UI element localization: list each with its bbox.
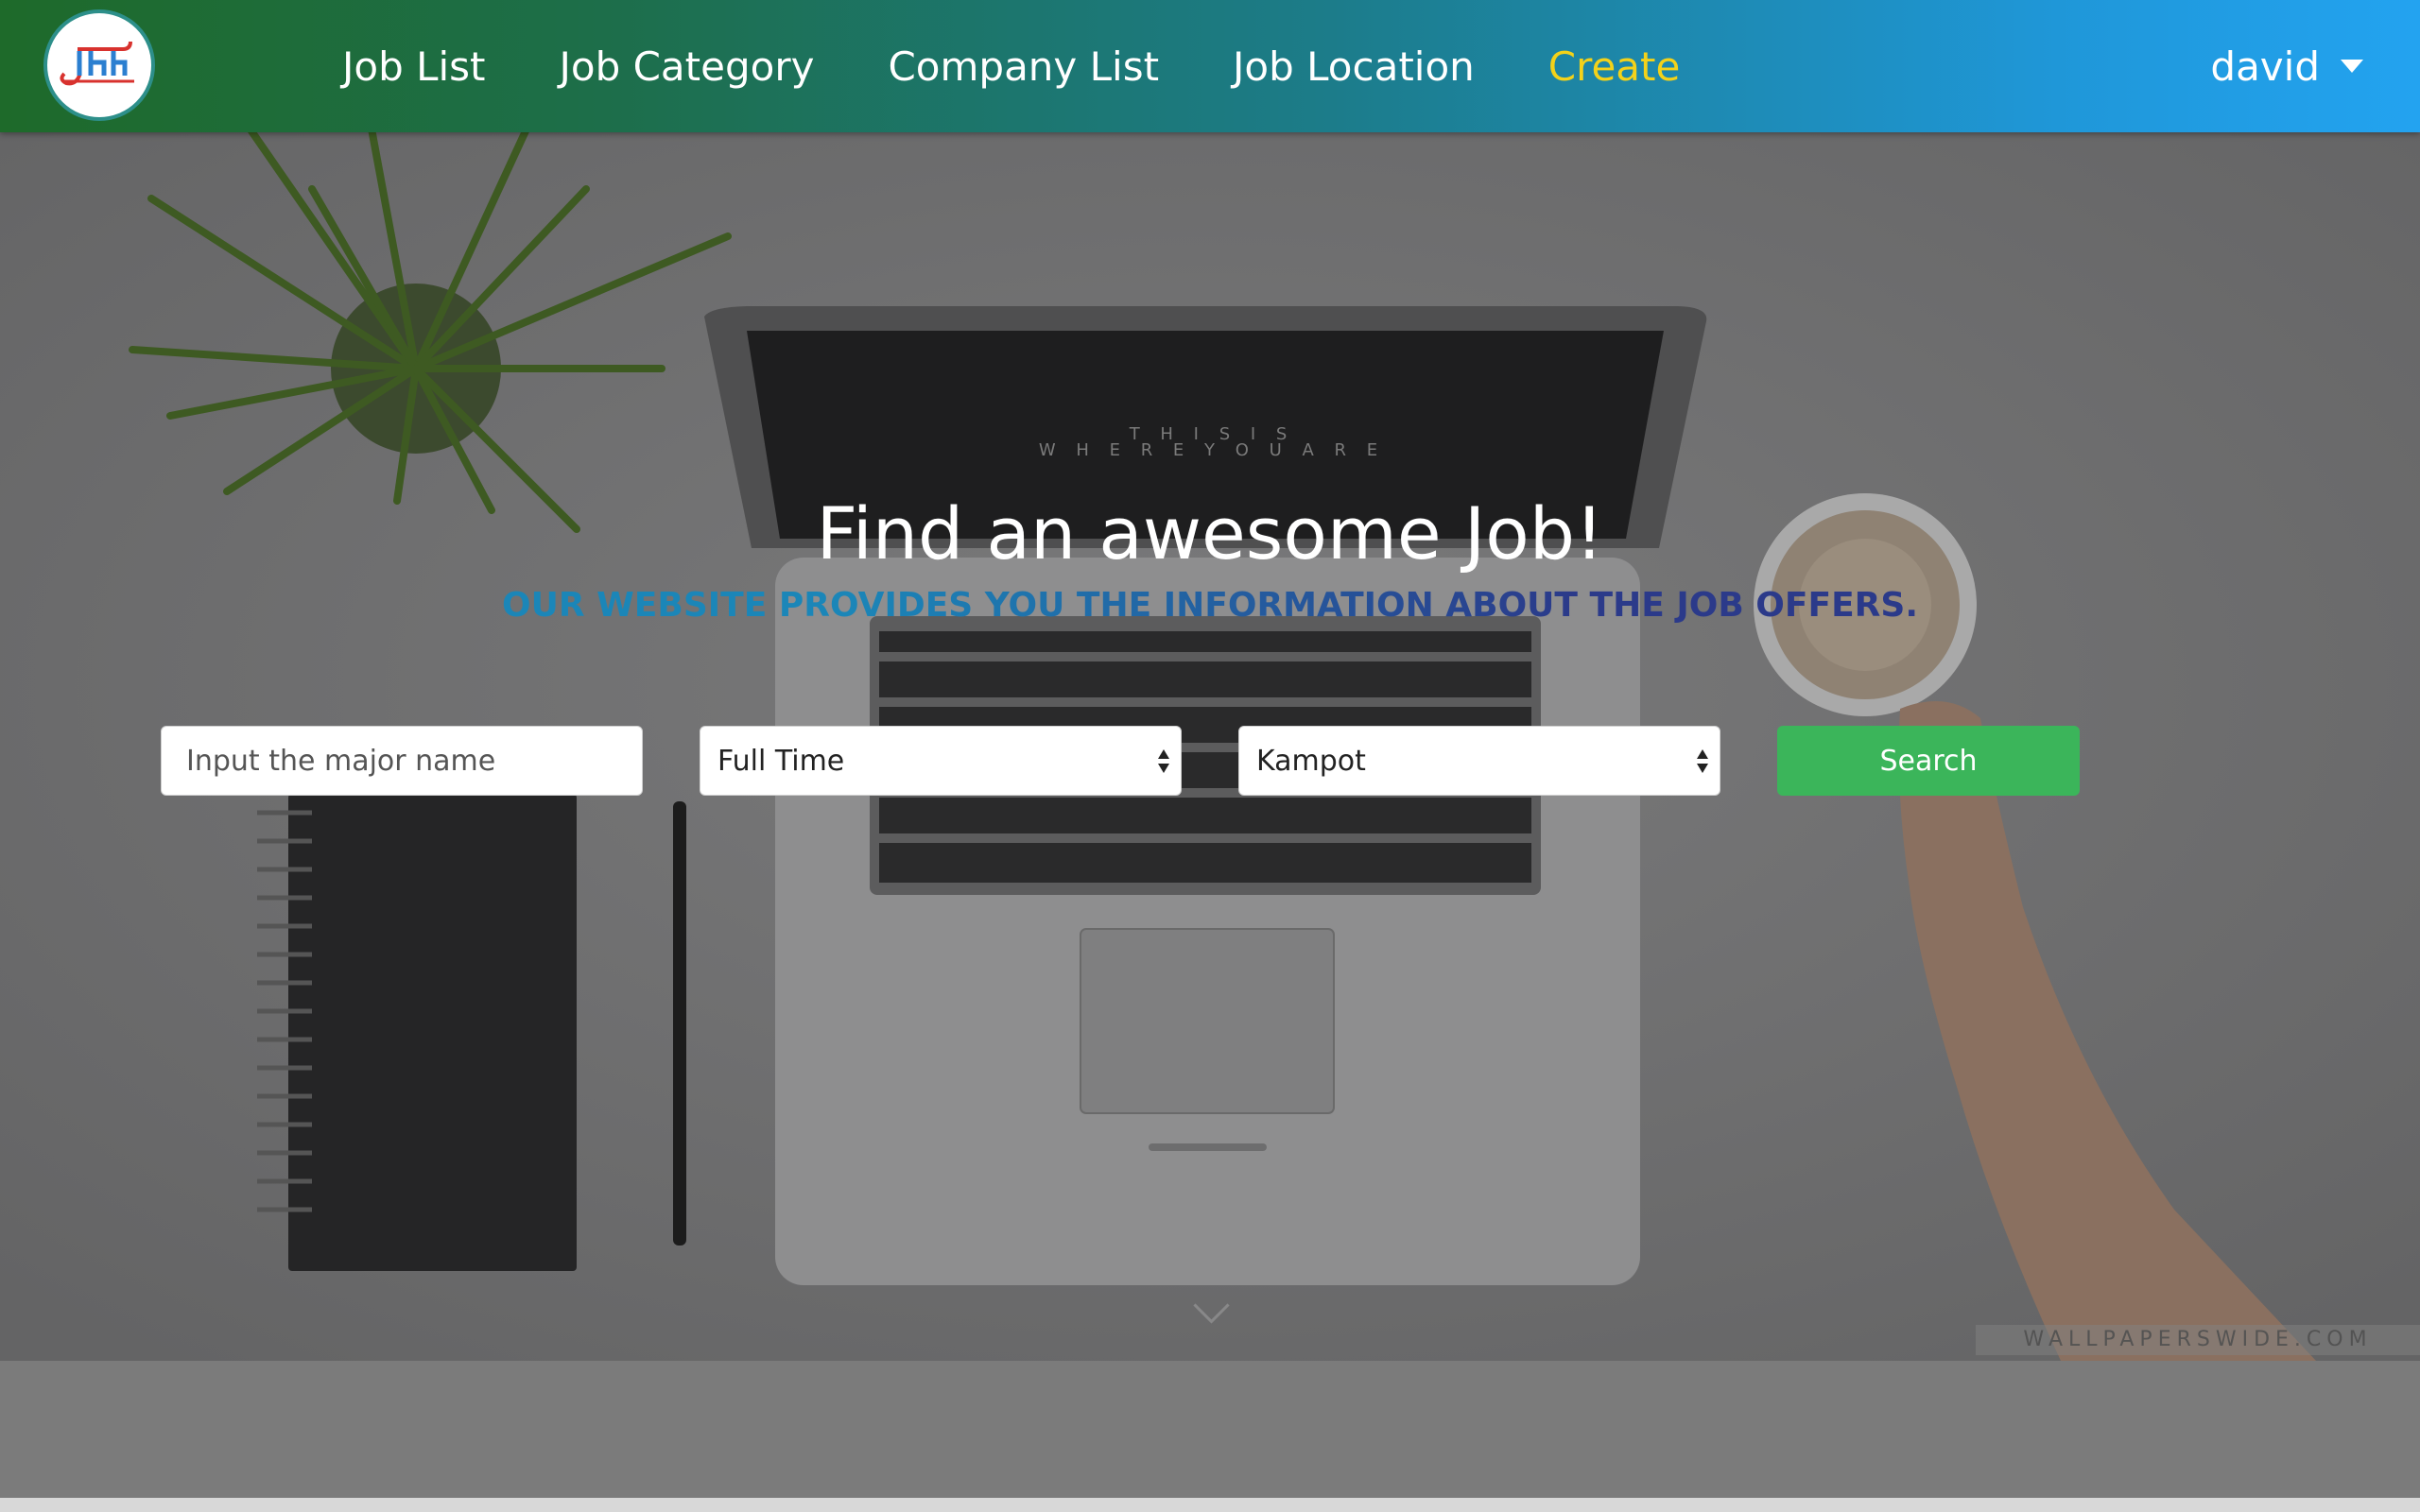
nav-job-category[interactable]: Job Category	[560, 43, 815, 90]
main-nav: Job List Job Category Company List Job L…	[342, 0, 1754, 132]
wallpaper-watermark: WALLPAPERSWIDE.COM	[1976, 1325, 2420, 1355]
location-selected: Kampot	[1256, 744, 1366, 778]
site-logo[interactable]	[43, 9, 155, 121]
location-select[interactable]: Kampot	[1238, 726, 1720, 796]
major-search-input[interactable]	[184, 743, 642, 779]
job-type-selected: Full Time	[717, 744, 845, 778]
major-search-field[interactable]	[161, 726, 643, 796]
nav-job-list[interactable]: Job List	[342, 43, 486, 90]
nav-job-location[interactable]: Job Location	[1233, 43, 1475, 90]
chevron-down-icon	[2341, 60, 2363, 73]
search-button[interactable]: Search	[1777, 726, 2080, 796]
hero-title: Find an awesome Job!	[816, 491, 1604, 576]
select-arrows-icon	[1697, 749, 1708, 776]
select-arrows-icon	[1158, 749, 1169, 776]
navbar: Job List Job Category Company List Job L…	[0, 0, 2420, 132]
nav-create[interactable]: Create	[1548, 43, 1681, 90]
page-bottom-divider	[0, 1498, 2420, 1512]
nav-company-list[interactable]: Company List	[888, 43, 1159, 90]
logo-icon	[60, 41, 134, 86]
content-section	[0, 1361, 2420, 1498]
hero-subtitle: OUR WEBSITE PROVIDES YOU THE INFORMATION…	[0, 586, 2420, 625]
job-type-select[interactable]: Full Time	[700, 726, 1182, 796]
user-name: david	[2210, 43, 2320, 90]
user-menu[interactable]: david	[2210, 0, 2363, 132]
